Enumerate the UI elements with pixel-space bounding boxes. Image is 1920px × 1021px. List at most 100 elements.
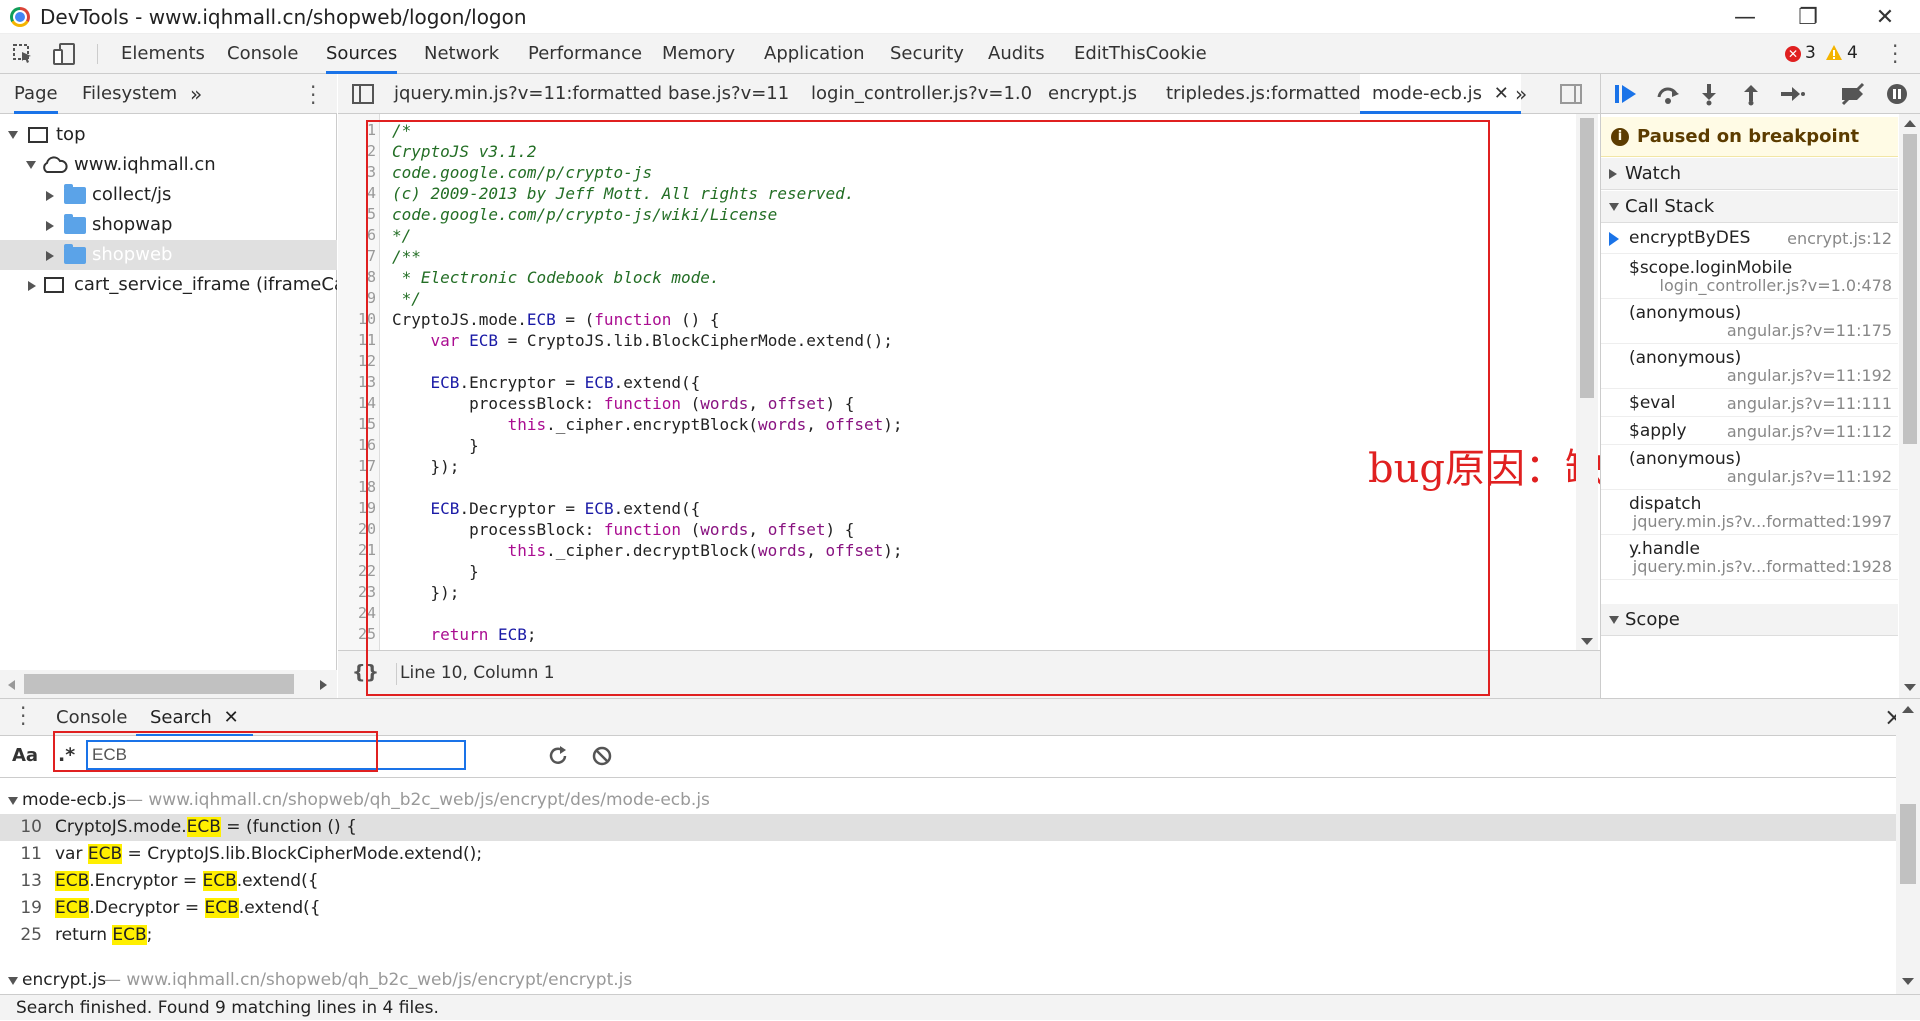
scrollbar-thumb[interactable] <box>24 674 294 694</box>
call-frame[interactable]: (anonymous) angular.js?v=11:175 <box>1601 299 1898 344</box>
drawer-menu-icon[interactable]: · · · <box>20 698 26 734</box>
result-text: return ECB; <box>55 922 152 949</box>
annotation-box-code <box>366 120 1490 696</box>
match-highlight: ECB <box>202 871 237 891</box>
close-tab-icon[interactable]: ✕ <box>1494 83 1509 104</box>
expand-arrow-icon <box>8 977 18 985</box>
search-result-row[interactable]: 19 ECB.Decryptor = ECB.extend({ <box>0 895 1896 922</box>
search-result-row[interactable]: 13 ECB.Encryptor = ECB.extend({ <box>0 868 1896 895</box>
chrome-logo-icon <box>10 7 30 27</box>
tree-item-top[interactable]: top <box>0 120 337 150</box>
tab-security[interactable]: Security <box>890 34 964 74</box>
resume-icon[interactable] <box>1613 82 1639 106</box>
tree-label: collect/js <box>92 184 172 205</box>
maximize-button[interactable]: ❐ <box>1778 0 1838 34</box>
editor-tab-tripledes[interactable]: tripledes.js:formatted <box>1166 74 1361 114</box>
watch-section-header[interactable]: Watch <box>1601 158 1898 190</box>
call-frame[interactable]: encryptByDES encrypt.js:12 <box>1601 224 1898 254</box>
call-frame[interactable]: $eval angular.js?v=11:111 <box>1601 389 1898 417</box>
scrollbar-thumb[interactable] <box>1903 134 1917 444</box>
call-stack-section-header[interactable]: Call Stack <box>1601 191 1898 223</box>
frame-location: jquery.min.js?v...formatted:1928 <box>1632 557 1892 576</box>
tab-audits[interactable]: Audits <box>988 34 1045 74</box>
search-result-row[interactable]: 10 CryptoJS.mode.ECB = (function () { <box>0 814 1896 841</box>
search-result-row[interactable]: 25 return ECB; <box>0 922 1896 949</box>
warning-count[interactable]: 4 <box>1847 43 1858 63</box>
device-toolbar-icon[interactable] <box>52 42 76 66</box>
call-frame[interactable]: $apply angular.js?v=11:112 <box>1601 417 1898 445</box>
frame-location: login_controller.js?v=1.0:478 <box>1659 276 1892 295</box>
tree-label: shopwap <box>92 214 173 235</box>
call-frame[interactable]: y.handle jquery.min.js?v...formatted:1928 <box>1601 535 1898 580</box>
more-menu-icon[interactable]: · · · <box>1892 36 1898 72</box>
tree-item-shopweb[interactable]: shopweb <box>0 240 337 270</box>
close-window-button[interactable]: ✕ <box>1855 0 1915 34</box>
step-icon[interactable] <box>1779 82 1805 106</box>
step-out-icon[interactable] <box>1739 82 1763 106</box>
editor-tab-login-controller[interactable]: login_controller.js?v=1.0 <box>811 74 1032 114</box>
drawer-scrollbar[interactable] <box>1896 700 1920 994</box>
frame-function: $apply <box>1629 421 1687 441</box>
call-frame[interactable]: (anonymous) angular.js?v=11:192 <box>1601 344 1898 389</box>
editor-tab-base[interactable]: base.js?v=11 <box>668 74 789 114</box>
tab-editthiscookie[interactable]: EditThisCookie <box>1074 34 1207 74</box>
tab-console[interactable]: Console <box>227 34 298 74</box>
scroll-down-icon[interactable] <box>1904 684 1916 691</box>
call-frame[interactable]: (anonymous) angular.js?v=11:192 <box>1601 445 1898 490</box>
frame-icon <box>28 127 48 143</box>
tab-network[interactable]: Network <box>424 34 499 74</box>
clear-search-icon[interactable] <box>591 745 613 767</box>
tab-page[interactable]: Page <box>14 74 58 114</box>
tab-filesystem[interactable]: Filesystem <box>82 74 177 114</box>
sidebar-scrollbar[interactable] <box>1899 114 1920 698</box>
tree-item-shopwap[interactable]: shopwap <box>0 210 337 240</box>
tree-item-collect-js[interactable]: collect/js <box>0 180 337 210</box>
expand-arrow-icon <box>1609 616 1619 624</box>
minimize-button[interactable]: — <box>1715 0 1775 34</box>
scroll-right-icon[interactable] <box>320 680 327 690</box>
scrollbar-thumb[interactable] <box>1900 804 1916 884</box>
scroll-down-icon[interactable] <box>1902 978 1914 985</box>
refresh-icon[interactable] <box>547 745 569 767</box>
match-highlight: ECB <box>87 844 123 864</box>
more-editor-tabs-button[interactable]: » <box>1515 74 1527 114</box>
toggle-navigator-icon[interactable] <box>352 84 374 104</box>
editor-tab-jquery[interactable]: jquery.min.js?v=11:formatted <box>394 74 662 114</box>
frame-function: (anonymous) <box>1629 449 1742 469</box>
tab-elements[interactable]: Elements <box>121 34 205 74</box>
editor-tab-encrypt[interactable]: encrypt.js <box>1048 74 1137 114</box>
call-frame[interactable]: $scope.loginMobile login_controller.js?v=… <box>1601 254 1898 299</box>
horizontal-scrollbar[interactable] <box>0 670 337 698</box>
call-frame[interactable]: dispatch jquery.min.js?v...formatted:1997 <box>1601 490 1898 535</box>
navigator-menu-icon[interactable]: · · · <box>310 77 316 113</box>
result-text-part: return <box>55 925 113 945</box>
error-count[interactable]: 3 <box>1805 43 1816 63</box>
search-result-row[interactable]: 11 var ECB = CryptoJS.lib.BlockCipherMode… <box>0 841 1896 868</box>
tab-sources[interactable]: Sources <box>326 34 398 74</box>
more-tabs-button[interactable]: » <box>190 74 202 114</box>
scroll-up-icon[interactable] <box>1904 120 1916 127</box>
toggle-debugger-icon[interactable] <box>1560 84 1582 104</box>
step-over-icon[interactable] <box>1655 82 1681 106</box>
result-text-part: = CryptoJS.lib.BlockCipherMode.extend(); <box>122 844 483 864</box>
result-line-number: 19 <box>20 898 42 918</box>
editor-vertical-scrollbar[interactable] <box>1576 114 1598 650</box>
tree-item-iframe[interactable]: cart_service_iframe (iframeCartIte <box>0 270 337 300</box>
match-case-button[interactable]: Aa <box>12 745 38 766</box>
debugger-sidebar: i Paused on breakpoint Watch Call Stack … <box>1600 74 1920 698</box>
scroll-down-icon[interactable] <box>1581 638 1593 645</box>
scroll-up-icon[interactable] <box>1902 706 1914 713</box>
scroll-left-icon[interactable] <box>8 680 15 690</box>
close-search-tab-icon[interactable]: ✕ <box>224 707 239 728</box>
scrollbar-thumb[interactable] <box>1580 118 1594 398</box>
tab-performance[interactable]: Performance <box>528 34 642 74</box>
inspect-element-icon[interactable] <box>12 43 34 65</box>
tree-item-domain[interactable]: www.iqhmall.cn <box>0 150 337 180</box>
scope-section-header[interactable]: Scope <box>1601 604 1898 636</box>
step-into-icon[interactable] <box>1697 82 1721 106</box>
tab-application[interactable]: Application <box>764 34 865 74</box>
pause-on-exceptions-icon[interactable] <box>1885 82 1909 106</box>
tab-memory[interactable]: Memory <box>662 34 735 74</box>
deactivate-breakpoints-icon[interactable] <box>1839 82 1867 106</box>
editor-tab-mode-ecb[interactable]: mode-ecb.js ✕ <box>1360 74 1521 114</box>
